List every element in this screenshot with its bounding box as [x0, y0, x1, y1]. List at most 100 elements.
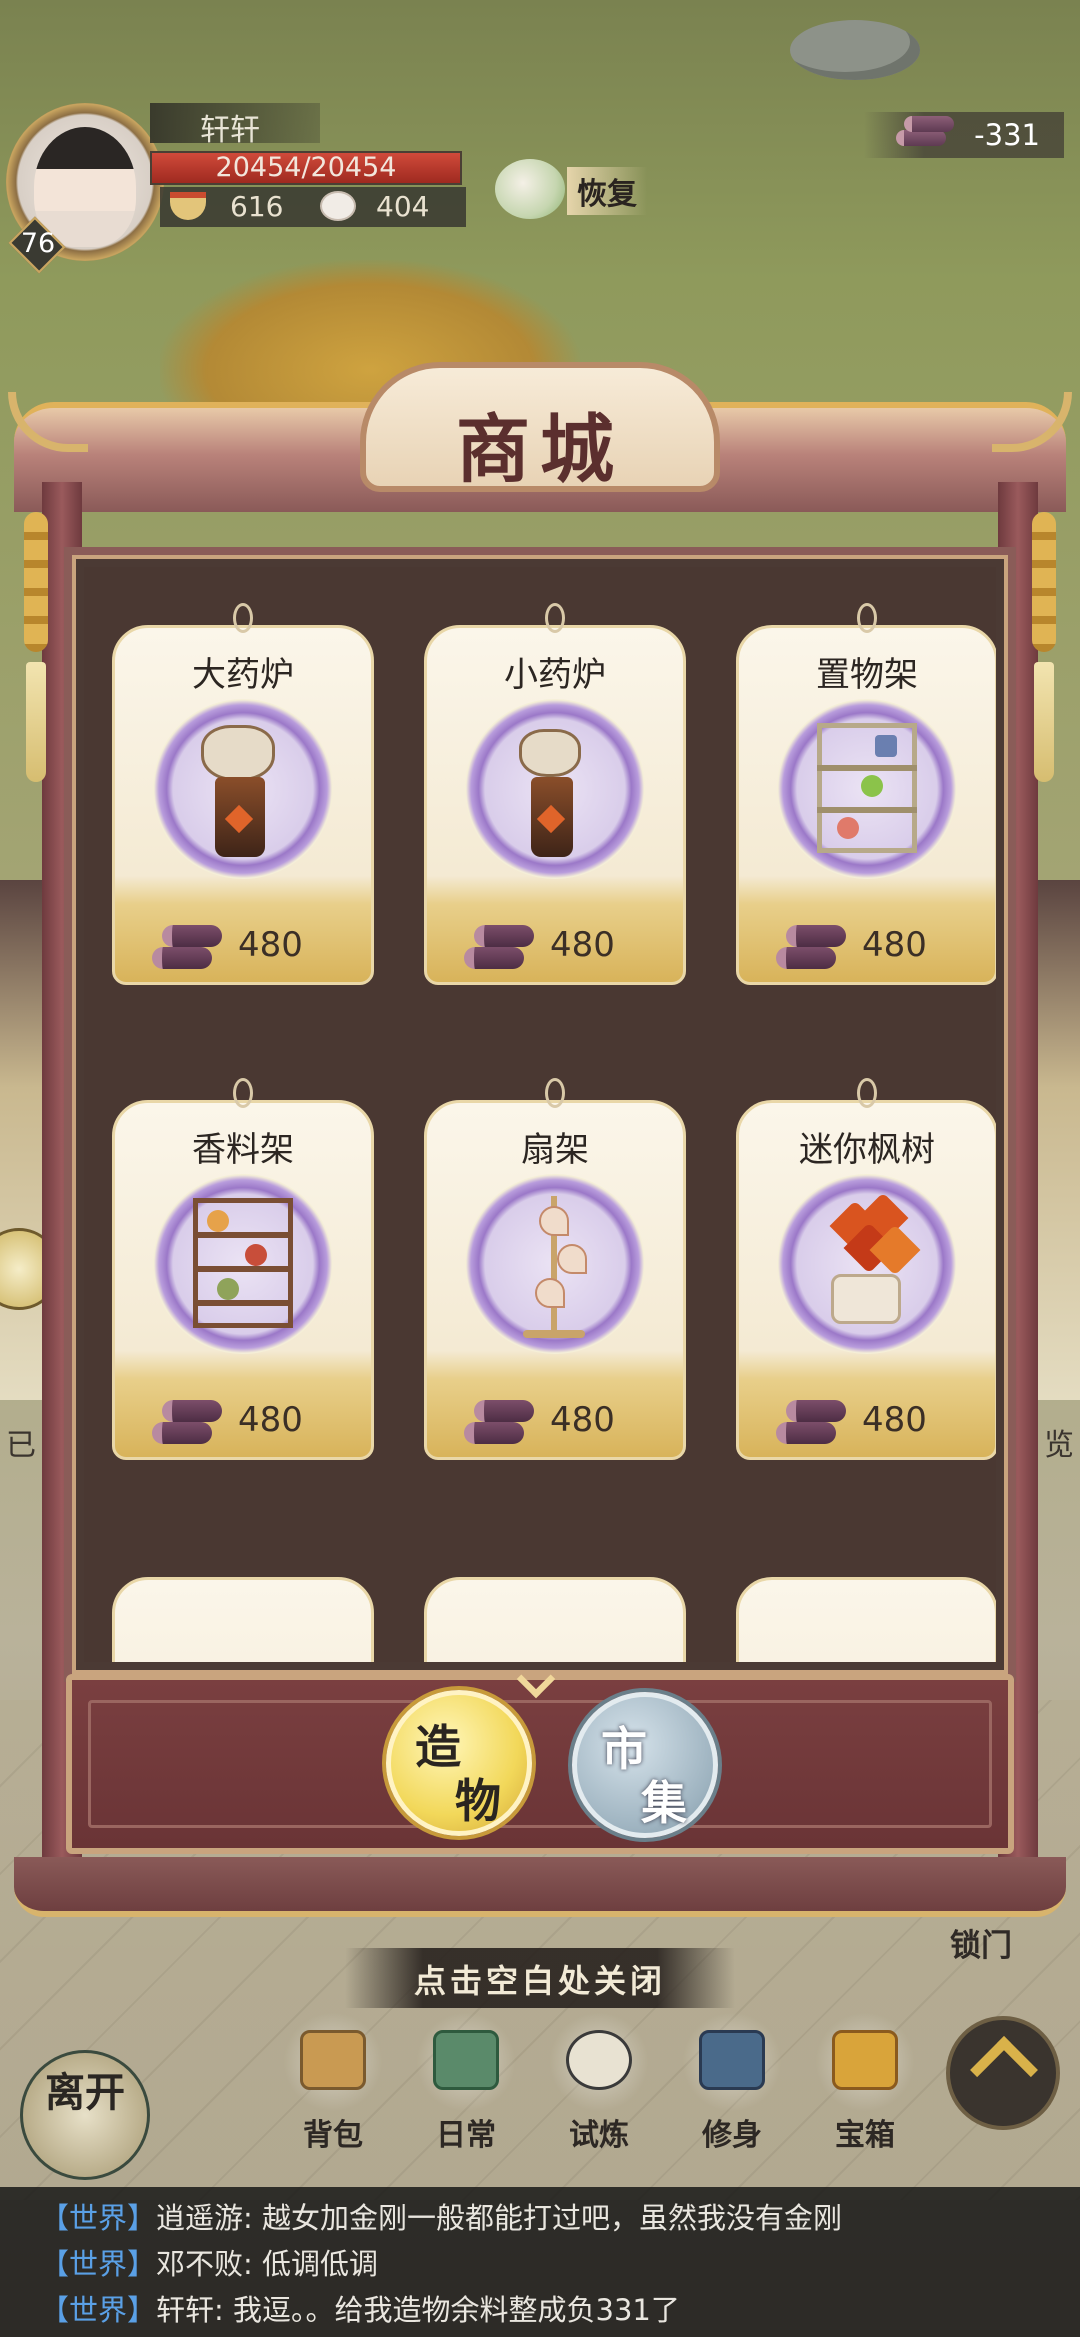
item-price: 480	[862, 925, 927, 965]
hp-bar: 20454/20454	[150, 151, 462, 185]
chat-sender: 邓不败:	[156, 2247, 253, 2281]
nav-daily[interactable]: 日常	[407, 2010, 525, 2160]
chat-sender: 轩轩:	[156, 2293, 224, 2327]
shop-item-storage-rack[interactable]: 置物架 480	[736, 603, 996, 985]
currency-amount: -331	[974, 118, 1040, 152]
item-price: 480	[238, 1400, 303, 1440]
price-row: 480	[736, 1392, 996, 1452]
backpack-icon	[300, 2030, 366, 2090]
card-hook-icon	[545, 1078, 565, 1108]
shop-item-partial[interactable]	[112, 1577, 374, 1662]
chat-text: 越女加金刚一般都能打过吧，虽然我没有金刚	[252, 2201, 843, 2235]
card-hook-icon	[857, 1078, 877, 1108]
card-background	[112, 1577, 374, 1662]
shop-item-fan-rack[interactable]: 扇架 480	[424, 1078, 686, 1460]
recover-button[interactable]: 恢复	[495, 153, 655, 223]
chat-channel-tag: 【世界】	[40, 2247, 157, 2281]
tab-market[interactable]: 市 集	[572, 1692, 718, 1838]
mini-maple-tree-icon	[777, 1174, 957, 1354]
wood-log-icon	[896, 116, 954, 150]
player-name: 轩轩	[200, 113, 260, 148]
chat-message: 【世界】轩轩: 我逗。。给我造物余料整成负331了	[40, 2287, 680, 2333]
expand-menu-button[interactable]	[946, 2016, 1060, 2130]
wood-log-icon	[148, 923, 224, 973]
chat-message: 【世界】逍遥游: 越女加金刚一般都能打过吧，虽然我没有金刚	[40, 2195, 842, 2241]
food-value: 616	[230, 190, 284, 223]
item-name: 置物架	[816, 655, 918, 695]
lock-door-button[interactable]: 锁门	[950, 1920, 1012, 1965]
wood-log-icon	[460, 1398, 536, 1448]
bun-icon	[320, 191, 356, 221]
tab-crafting-char-2: 物	[455, 1774, 501, 1828]
storage-rack-icon	[777, 699, 957, 879]
shop-base	[14, 1857, 1066, 1917]
card-hook-icon	[545, 603, 565, 633]
shop-item-partial[interactable]	[424, 1577, 686, 1662]
cultivation-icon	[699, 2030, 765, 2090]
chat-sender: 逍遥游:	[156, 2201, 253, 2235]
treasure-chest-icon	[832, 2030, 898, 2090]
trial-icon	[566, 2030, 632, 2090]
player-level: 76	[20, 228, 56, 259]
world-chat[interactable]: 【世界】逍遥游: 越女加金刚一般都能打过吧，虽然我没有金刚 【世界】邓不败: 低…	[0, 2187, 1080, 2337]
item-name: 香料架	[192, 1130, 294, 1170]
nav-trial[interactable]: 试炼	[540, 2010, 658, 2160]
item-price: 480	[550, 925, 615, 965]
nav-treasure-chest[interactable]: 宝箱	[806, 2010, 924, 2160]
bun-value: 404	[376, 190, 430, 223]
item-name: 扇架	[521, 1130, 589, 1170]
chat-channel-tag: 【世界】	[40, 2293, 157, 2327]
shop-item-large-medicine-stove[interactable]: 大药炉 480	[112, 603, 374, 985]
daily-icon	[433, 2030, 499, 2090]
wood-log-icon	[148, 1398, 224, 1448]
item-price: 480	[238, 925, 303, 965]
price-row: 480	[736, 917, 996, 977]
item-price: 480	[862, 1400, 927, 1440]
spice-rack-icon	[153, 1174, 333, 1354]
shop-item-spice-rack[interactable]: 香料架 480	[112, 1078, 374, 1460]
chat-message: 【世界】邓不败: 低调低调	[40, 2241, 378, 2287]
item-grid-scroll[interactable]: 大药炉 480 小药炉 480 置物架 480 香料架 480 扇架 480 迷…	[84, 567, 996, 1662]
chat-text: 低调低调	[252, 2247, 379, 2281]
nav-label: 宝箱	[835, 2118, 895, 2153]
price-row: 480	[112, 917, 374, 977]
wood-log-icon	[772, 1398, 848, 1448]
chevron-up-icon	[970, 2036, 1038, 2104]
nav-backpack[interactable]: 背包	[274, 2010, 392, 2160]
wood-log-icon	[772, 923, 848, 973]
nav-label: 修身	[702, 2118, 762, 2153]
nav-label: 试炼	[569, 2118, 629, 2153]
card-hook-icon	[233, 1078, 253, 1108]
item-name: 大药炉	[192, 655, 294, 695]
small-medicine-stove-icon	[465, 699, 645, 879]
item-name: 迷你枫树	[799, 1130, 935, 1170]
recover-label: 恢复	[567, 167, 647, 215]
shop-title: 商城	[456, 407, 624, 493]
price-row: 480	[424, 1392, 686, 1452]
card-background	[736, 1577, 996, 1662]
card-background	[424, 1577, 686, 1662]
nav-label: 日常	[436, 2118, 496, 2153]
shop-item-partial[interactable]	[736, 1577, 996, 1662]
item-name: 小药炉	[504, 655, 606, 695]
fan-rack-icon	[465, 1174, 645, 1354]
tab-crafting[interactable]: 造 物	[386, 1690, 532, 1836]
item-grid-panel: 大药炉 480 小药炉 480 置物架 480 香料架 480 扇架 480 迷…	[64, 547, 1016, 1682]
wood-log-icon	[460, 923, 536, 973]
nav-cultivation[interactable]: 修身	[673, 2010, 791, 2160]
shop-dialog: 商城 大药炉 480 小药炉 480 置物架 480 香料架 480 扇架 48…	[8, 362, 1072, 1922]
tab-bar-inner-frame	[88, 1700, 992, 1828]
background-rock	[790, 20, 920, 80]
nav-label: 背包	[303, 2118, 363, 2153]
price-row: 480	[424, 917, 686, 977]
large-medicine-stove-icon	[153, 699, 333, 879]
close-hint: 点击空白处关闭	[413, 1962, 666, 2000]
item-price: 480	[550, 1400, 615, 1440]
tassel-right-icon	[1032, 512, 1056, 792]
player-hud: 76 轩轩 20454/20454 616 404 恢复	[0, 95, 700, 274]
shop-item-small-medicine-stove[interactable]: 小药炉 480	[424, 603, 686, 985]
hp-text: 20454/20454	[215, 152, 397, 183]
card-hook-icon	[233, 603, 253, 633]
shop-item-mini-maple-tree[interactable]: 迷你枫树 480	[736, 1078, 996, 1460]
tab-market-char-2: 集	[641, 1776, 687, 1830]
